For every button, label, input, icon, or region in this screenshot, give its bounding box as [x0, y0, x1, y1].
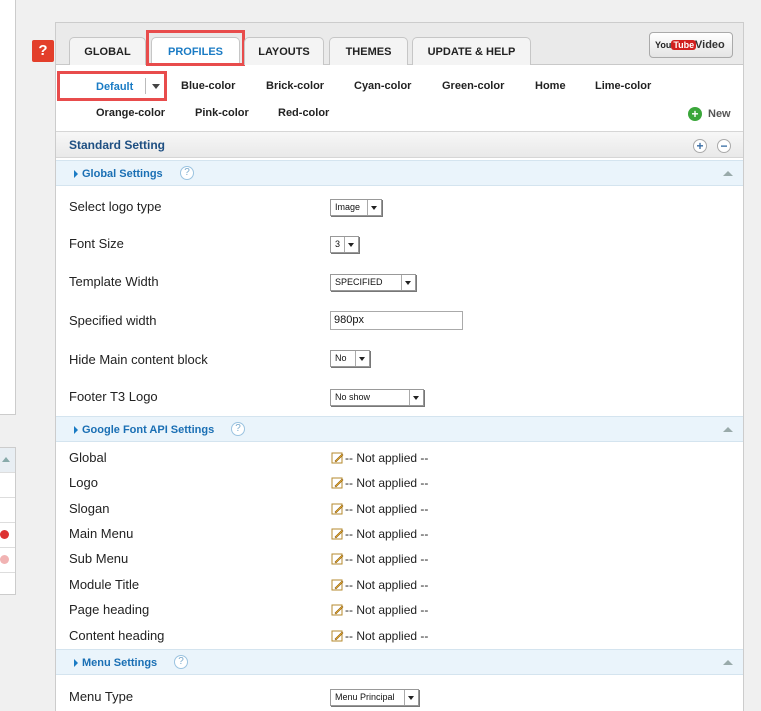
hide-main-content-select[interactable]: No: [330, 350, 370, 367]
setting-label: Font Size: [69, 236, 124, 251]
profile-cyan-color[interactable]: Cyan-color: [354, 79, 411, 93]
collapse-arrow-icon[interactable]: [723, 427, 733, 432]
font-setting-value[interactable]: -- Not applied --: [331, 552, 428, 566]
setting-label: Specified width: [69, 313, 157, 328]
tab-bar: GLOBAL PROFILES LAYOUTS THEMES UPDATE & …: [56, 23, 743, 66]
profile-blue-color[interactable]: Blue-color: [181, 79, 235, 93]
collapse-arrow-icon[interactable]: [723, 660, 733, 665]
section-title: Google Font API Settings: [82, 424, 215, 436]
font-setting-label: Main Menu: [69, 526, 134, 541]
global-settings-header[interactable]: Global Settings ?: [56, 160, 743, 186]
edit-icon: [331, 553, 344, 565]
chevron-down-icon: [371, 206, 377, 210]
divider: [145, 78, 146, 94]
font-setting-value[interactable]: -- Not applied --: [331, 451, 428, 465]
profile-green-color[interactable]: Green-color: [442, 79, 504, 93]
google-font-settings-header[interactable]: Google Font API Settings ?: [56, 416, 743, 442]
chevron-down-icon: [359, 357, 365, 361]
template-width-select[interactable]: SPECIFIED: [330, 274, 416, 291]
list-item[interactable]: [0, 548, 15, 573]
font-setting-label: Sub Menu: [69, 551, 129, 566]
video-label: Video: [695, 39, 725, 51]
help-icon[interactable]: ?: [180, 166, 194, 180]
collapse-arrow-icon[interactable]: [2, 457, 10, 462]
setting-label: Footer T3 Logo: [69, 389, 158, 404]
chevron-down-icon: [408, 696, 414, 700]
font-setting-value[interactable]: -- Not applied --: [331, 527, 428, 541]
font-setting-label: Module Title: [69, 577, 140, 592]
setting-label: Template Width: [69, 274, 159, 289]
standard-setting-title: Standard Setting: [69, 138, 166, 152]
edit-icon: [331, 630, 344, 642]
font-setting-label: Page heading: [69, 602, 150, 617]
footer-logo-select[interactable]: No show: [330, 389, 424, 406]
help-icon[interactable]: ?: [174, 655, 188, 669]
tab-themes[interactable]: THEMES: [329, 37, 408, 65]
help-button[interactable]: ?: [32, 40, 54, 62]
edit-icon: [331, 528, 344, 540]
font-setting-label: Slogan: [69, 501, 110, 516]
font-size-select[interactable]: 3: [330, 236, 359, 253]
left-panel-list: [0, 447, 16, 595]
logo-type-select[interactable]: Image: [330, 199, 382, 216]
youtube-logo-icon: You Tube: [655, 40, 697, 50]
profile-red-color[interactable]: Red-color: [278, 106, 329, 120]
tab-profiles-highlight: [146, 30, 245, 66]
expand-arrow-icon: [74, 659, 78, 667]
edit-icon: [331, 477, 344, 489]
help-icon[interactable]: ?: [231, 422, 245, 436]
specified-width-input[interactable]: 980px: [330, 311, 463, 330]
tab-update-help[interactable]: UPDATE & HELP: [412, 37, 531, 65]
expand-all-icon[interactable]: +: [693, 139, 707, 153]
expand-arrow-icon: [74, 426, 78, 434]
font-setting-value[interactable]: -- Not applied --: [331, 476, 428, 490]
tab-global[interactable]: GLOBAL: [69, 37, 146, 65]
edit-icon: [331, 503, 344, 515]
font-setting-label: Global: [69, 450, 107, 465]
profile-home[interactable]: Home: [535, 79, 566, 93]
list-item: [0, 498, 15, 523]
font-setting-value[interactable]: -- Not applied --: [331, 629, 428, 643]
delete-icon[interactable]: [0, 530, 9, 539]
section-title: Menu Settings: [82, 657, 158, 669]
setting-label: Menu Type: [69, 689, 134, 704]
profile-brick-color[interactable]: Brick-color: [266, 79, 324, 93]
plus-icon: +: [688, 107, 702, 121]
list-item: [0, 473, 15, 498]
delete-disabled-icon: [0, 555, 9, 564]
video-button[interactable]: You Tube Video: [649, 32, 733, 58]
chevron-down-icon: [405, 281, 411, 285]
font-setting-label: Content heading: [69, 628, 165, 643]
font-setting-value[interactable]: -- Not applied --: [331, 578, 428, 592]
edit-icon: [331, 604, 344, 616]
setting-label: Hide Main content block: [69, 352, 208, 367]
chevron-down-icon[interactable]: [152, 84, 160, 89]
profile-lime-color[interactable]: Lime-color: [595, 79, 651, 93]
edit-icon: [331, 452, 344, 464]
collapse-arrow-icon[interactable]: [723, 171, 733, 176]
main-panel: GLOBAL PROFILES LAYOUTS THEMES UPDATE & …: [55, 22, 744, 711]
chevron-down-icon: [413, 396, 419, 400]
left-panel: [0, 0, 16, 415]
font-setting-value[interactable]: -- Not applied --: [331, 502, 428, 516]
menu-settings-header[interactable]: Menu Settings ?: [56, 649, 743, 675]
tab-layouts[interactable]: LAYOUTS: [244, 37, 324, 65]
profile-select[interactable]: Default: [57, 71, 167, 101]
font-setting-label: Logo: [69, 475, 98, 490]
section-title: Global Settings: [82, 168, 163, 180]
profile-select-value: Default: [96, 81, 134, 93]
list-item[interactable]: [0, 448, 15, 473]
profile-orange-color[interactable]: Orange-color: [96, 106, 165, 120]
chevron-down-icon: [348, 243, 354, 247]
list-item[interactable]: [0, 523, 15, 548]
menu-type-select[interactable]: Menu Principal: [330, 689, 419, 706]
collapse-all-icon[interactable]: −: [717, 139, 731, 153]
profile-pink-color[interactable]: Pink-color: [195, 106, 249, 120]
setting-label: Select logo type: [69, 199, 162, 214]
font-setting-value[interactable]: -- Not applied --: [331, 603, 428, 617]
expand-arrow-icon: [74, 170, 78, 178]
standard-setting-header: Standard Setting + −: [56, 131, 743, 158]
edit-icon: [331, 579, 344, 591]
